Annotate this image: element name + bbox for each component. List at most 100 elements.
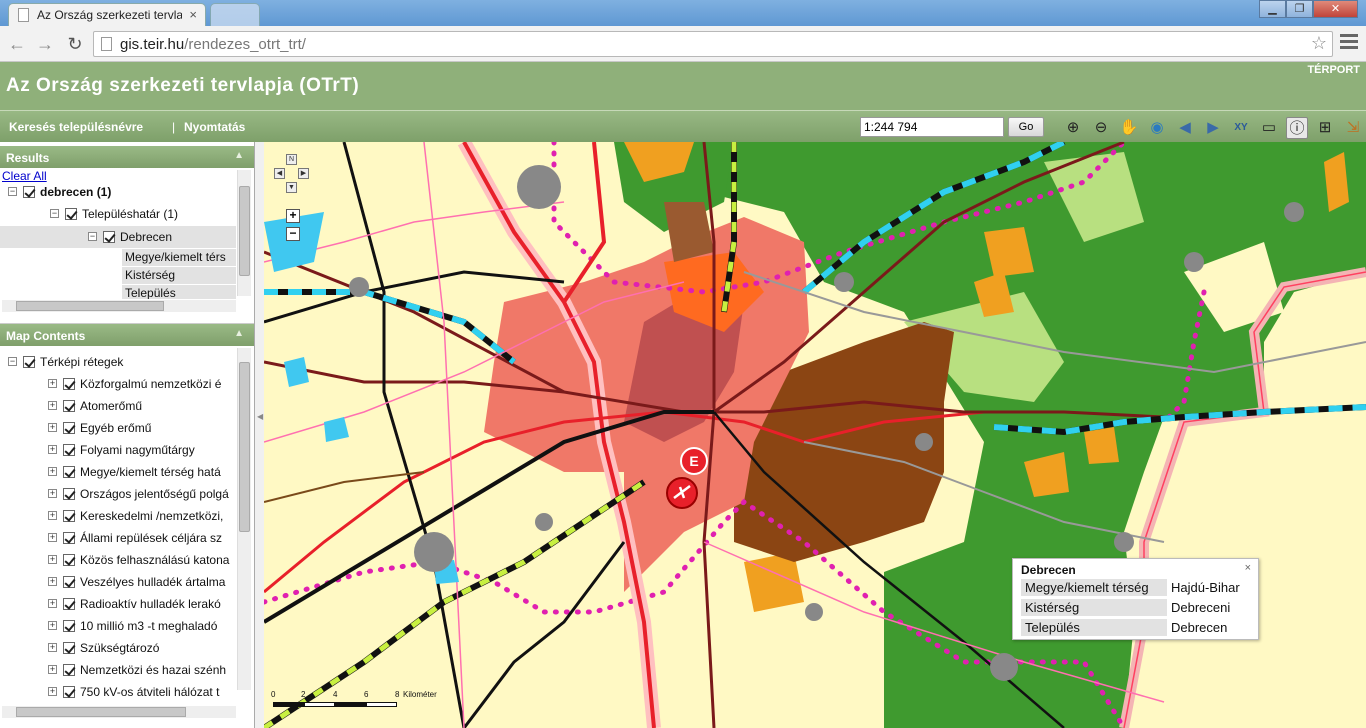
results-layer-row[interactable]: − Településhatár (1) xyxy=(50,206,178,226)
results-query-row[interactable]: − debrecen (1) xyxy=(8,184,111,204)
layer-row[interactable]: + Nemzetközi és hazai szénh xyxy=(48,662,226,682)
layer-group-checkbox[interactable] xyxy=(23,355,35,368)
zoom-out-icon[interactable]: ⊖ xyxy=(1090,117,1112,139)
map-contents-panel-header[interactable]: Map Contents ▲ xyxy=(0,324,254,346)
scrollbar-thumb[interactable] xyxy=(16,301,164,311)
layer-checkbox[interactable] xyxy=(63,443,75,456)
browser-menu-icon[interactable] xyxy=(1340,34,1358,52)
next-extent-icon[interactable]: ▶ xyxy=(1202,117,1224,139)
feature-checkbox[interactable] xyxy=(103,230,115,243)
layer-checkbox[interactable] xyxy=(63,685,75,698)
window-maximize-button[interactable]: ❐ xyxy=(1286,0,1313,18)
layer-row[interactable]: + Egyéb erőmű xyxy=(48,420,151,440)
scrollbar-thumb[interactable] xyxy=(239,362,250,532)
collapse-toggle-icon[interactable]: − xyxy=(50,209,59,219)
attribute-row[interactable]: Település xyxy=(122,285,236,299)
expand-toggle-icon[interactable]: + xyxy=(48,489,57,499)
clear-all-link[interactable]: Clear All xyxy=(2,169,47,183)
expand-toggle-icon[interactable]: + xyxy=(48,555,57,565)
layer-checkbox[interactable] xyxy=(63,421,75,434)
layer-checkbox[interactable] xyxy=(63,553,75,566)
layer-row[interactable]: + Szükségtározó xyxy=(48,640,159,660)
layer-checkbox[interactable] xyxy=(63,377,75,390)
layer-checkbox[interactable] xyxy=(63,531,75,544)
bookmark-star-icon[interactable]: ☆ xyxy=(1311,33,1327,54)
attribute-row[interactable]: Kistérség xyxy=(122,267,236,284)
print-link[interactable]: Nyomtatás xyxy=(184,120,245,134)
map-canvas[interactable]: E xyxy=(264,142,1366,728)
expand-toggle-icon[interactable]: + xyxy=(48,423,57,433)
layer-checkbox[interactable] xyxy=(63,509,75,522)
pan-west-icon[interactable]: ◀ xyxy=(274,168,285,179)
collapse-map-contents-icon[interactable]: ▲ xyxy=(234,328,244,339)
window-close-button[interactable]: ✕ xyxy=(1313,0,1358,18)
expand-toggle-icon[interactable]: + xyxy=(48,665,57,675)
layer-checkbox[interactable] xyxy=(63,465,75,478)
layer-row[interactable]: + Radioaktív hulladék lerakó xyxy=(48,596,221,616)
panel-splitter[interactable]: ◀ xyxy=(255,142,264,728)
window-minimize-button[interactable]: ▁ xyxy=(1259,0,1286,18)
layer-row[interactable]: +750 kV-os átviteli hálózat t xyxy=(48,684,219,704)
collapse-toggle-icon[interactable]: − xyxy=(88,232,97,242)
expand-toggle-icon[interactable]: + xyxy=(48,687,57,697)
address-bar[interactable]: gis.teir.hu/rendezes_otrt_trt/ ☆ xyxy=(93,31,1333,57)
layer-row[interactable]: + Veszélyes hulladék ártalma xyxy=(48,574,225,594)
info-icon[interactable]: ⓘ xyxy=(1286,117,1308,139)
map-zoom-in-button[interactable]: + xyxy=(286,209,300,223)
layer-row[interactable]: +10 millió m3 -t meghaladó xyxy=(48,618,217,638)
forward-icon[interactable]: → xyxy=(33,32,57,56)
expand-toggle-icon[interactable]: + xyxy=(48,533,57,543)
reload-icon[interactable]: ↻ xyxy=(63,32,87,56)
results-vertical-scrollbar[interactable] xyxy=(237,170,251,296)
layer-checkbox[interactable] xyxy=(63,641,75,654)
expand-toggle-icon[interactable]: + xyxy=(48,445,57,455)
previous-extent-icon[interactable]: ◀ xyxy=(1174,117,1196,139)
collapse-toggle-icon[interactable]: − xyxy=(8,187,17,197)
layer-checkbox[interactable] xyxy=(65,207,77,220)
tab-close-icon[interactable]: × xyxy=(189,7,197,22)
layer-checkbox[interactable] xyxy=(63,487,75,500)
collapse-toggle-icon[interactable]: − xyxy=(8,357,17,367)
pan-south-icon[interactable]: ▼ xyxy=(286,182,297,193)
zoom-in-icon[interactable]: ⊕ xyxy=(1062,117,1084,139)
layer-checkbox[interactable] xyxy=(63,399,75,412)
map-zoom-out-button[interactable]: − xyxy=(286,227,300,241)
search-by-settlement-link[interactable]: Keresés településnévre xyxy=(9,120,143,134)
expand-toggle-icon[interactable]: + xyxy=(48,401,57,411)
query-checkbox[interactable] xyxy=(23,185,35,198)
export-icon[interactable]: ⇲ xyxy=(1342,117,1364,139)
map-contents-horizontal-scrollbar[interactable] xyxy=(2,706,236,718)
scale-input[interactable] xyxy=(860,117,1004,137)
pan-hand-icon[interactable]: ✋ xyxy=(1118,117,1140,139)
layer-row[interactable]: + Országos jelentőségű polgá xyxy=(48,486,229,506)
xy-coordinate-icon[interactable]: XY xyxy=(1230,117,1252,139)
pan-north-icon[interactable]: N xyxy=(286,154,297,165)
back-icon[interactable]: ← xyxy=(5,32,29,56)
layer-row[interactable]: + Folyami nagyműtárgy xyxy=(48,442,195,462)
layer-checkbox[interactable] xyxy=(63,619,75,632)
expand-toggle-icon[interactable]: + xyxy=(48,467,57,477)
layer-checkbox[interactable] xyxy=(63,597,75,610)
browser-tab-active[interactable]: Az Ország szerkezeti tervla × xyxy=(8,3,206,26)
expand-toggle-icon[interactable]: + xyxy=(48,379,57,389)
pan-east-icon[interactable]: ▶ xyxy=(298,168,309,179)
layer-group-row[interactable]: − Térképi rétegek xyxy=(8,354,123,374)
splitter-grip-icon[interactable]: ◀ xyxy=(257,412,263,421)
results-feature-row[interactable]: − Debrecen xyxy=(0,226,236,248)
map-view[interactable]: E N ◀ ▶ ▼ + − Debrecen × Megye/kiemelt t… xyxy=(264,142,1366,728)
expand-toggle-icon[interactable]: + xyxy=(48,599,57,609)
expand-toggle-icon[interactable]: + xyxy=(48,643,57,653)
attribute-row[interactable]: Megye/kiemelt térs xyxy=(122,249,236,266)
layer-row[interactable]: + Közös felhasználású katona xyxy=(48,552,229,572)
layer-row[interactable]: + Atomerőmű xyxy=(48,398,142,418)
expand-toggle-icon[interactable]: + xyxy=(48,511,57,521)
layer-checkbox[interactable] xyxy=(63,575,75,588)
pan-control[interactable]: N ◀ ▶ ▼ xyxy=(270,154,309,198)
map-contents-vertical-scrollbar[interactable] xyxy=(237,348,251,690)
results-horizontal-scrollbar[interactable] xyxy=(2,300,236,312)
layer-row[interactable]: + Kereskedelmi /nemzetközi, xyxy=(48,508,223,528)
popup-close-icon[interactable]: × xyxy=(1245,562,1251,574)
layer-row[interactable]: + Megye/kiemelt térség hatá xyxy=(48,464,221,484)
terport-link[interactable]: TÉRPORT xyxy=(1307,64,1360,76)
collapse-results-icon[interactable]: ▲ xyxy=(234,150,244,161)
